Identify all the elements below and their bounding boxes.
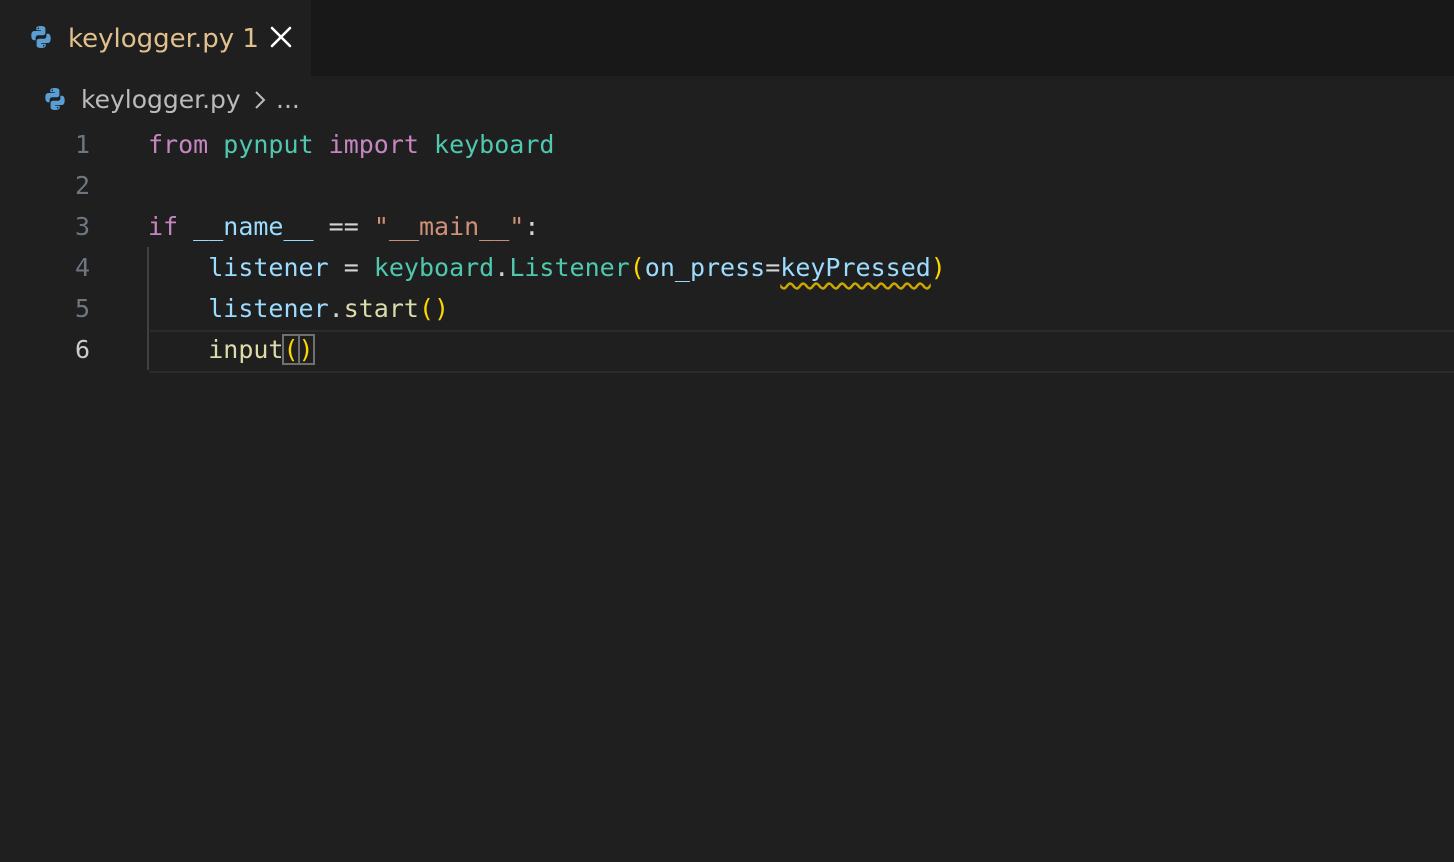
code-text: if __name__ == "__main__": — [148, 212, 540, 241]
code-text: input() — [208, 334, 315, 365]
line-number: 1 — [74, 130, 90, 159]
tab-bar: keylogger.py 1 — [0, 0, 1454, 76]
tab-problem-count: 1 — [242, 24, 259, 54]
code-text: listener.start() — [208, 294, 450, 323]
code-line-5[interactable]: 5 listener.start() — [0, 288, 1454, 329]
tab-title: keylogger.py 1 — [68, 22, 259, 56]
code-text: from pynput import keyboard — [148, 130, 555, 159]
code-text: listener = keyboard.Listener(on_press=ke… — [208, 253, 946, 282]
python-icon — [31, 26, 51, 48]
line-number: 2 — [74, 171, 90, 200]
breadcrumb-file[interactable]: keylogger.py — [81, 83, 241, 117]
chevron-right-icon — [255, 91, 266, 109]
code-editor[interactable]: 1 from pynput import keyboard 2 3 if __n… — [0, 124, 1454, 862]
code-line-3[interactable]: 3 if __name__ == "__main__": — [0, 206, 1454, 247]
code-line-6[interactable]: 6 input() — [0, 329, 1454, 370]
line-number: 5 — [74, 294, 90, 323]
line-number: 3 — [74, 212, 90, 241]
code-line-1[interactable]: 1 from pynput import keyboard — [0, 124, 1454, 165]
bracket-match: ) — [297, 334, 315, 365]
bracket-match: ( — [282, 334, 300, 365]
warning-squiggle: keyPressed — [780, 253, 931, 282]
line-number: 6 — [74, 335, 90, 364]
editor-tab-keylogger[interactable]: keylogger.py 1 — [0, 0, 311, 76]
line-number: 4 — [74, 253, 90, 282]
close-icon[interactable] — [266, 22, 296, 52]
python-icon — [45, 88, 65, 110]
code-line-2[interactable]: 2 — [0, 165, 1454, 206]
tab-filename: keylogger.py — [68, 24, 235, 54]
breadcrumb-symbols[interactable]: ... — [276, 83, 300, 117]
code-line-4[interactable]: 4 listener = keyboard.Listener(on_press=… — [0, 247, 1454, 288]
breadcrumb: keylogger.py ... — [0, 80, 1454, 122]
